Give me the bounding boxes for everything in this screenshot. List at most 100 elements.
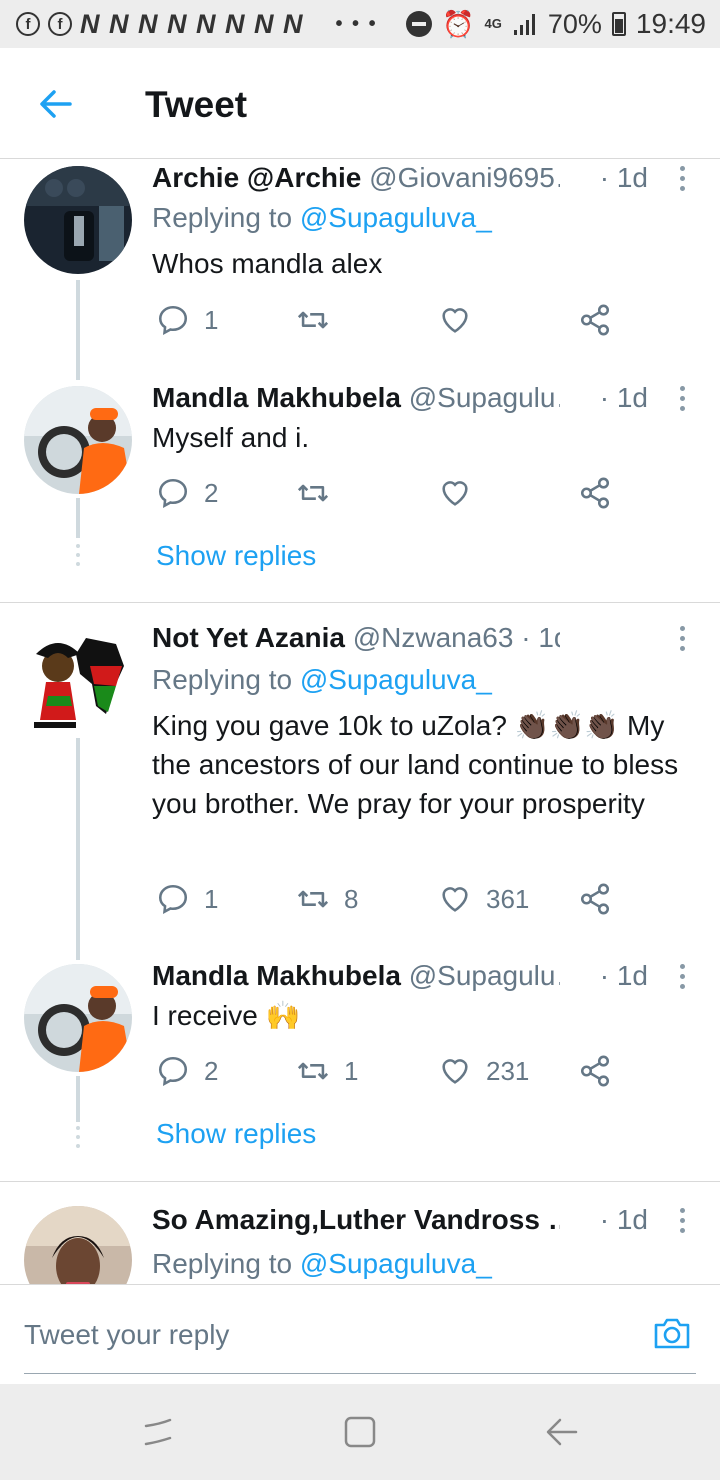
battery-percent: 70% bbox=[547, 8, 602, 39]
heart-icon bbox=[442, 1059, 468, 1084]
like-button[interactable]: 231 bbox=[438, 1054, 529, 1088]
share-icon bbox=[580, 477, 610, 509]
share-icon bbox=[580, 883, 610, 915]
tweet-header: So Amazing,Luther Vandross … bbox=[152, 1204, 560, 1236]
more-options-icon[interactable] bbox=[680, 166, 686, 196]
retweet-count: 1 bbox=[344, 1055, 359, 1086]
page-title: Tweet bbox=[145, 84, 248, 125]
top-app-bar: Tweet bbox=[0, 48, 720, 159]
heart-icon bbox=[442, 481, 468, 506]
tweet[interactable]: Archie @Archie @Giovani9695… · 1d Replyi… bbox=[0, 160, 720, 380]
show-replies-link[interactable]: Show replies bbox=[156, 540, 316, 572]
reply-button[interactable]: 2 bbox=[156, 1054, 218, 1088]
mention-link[interactable]: @Supaguluva_ bbox=[300, 1248, 492, 1279]
clock: 19:49 bbox=[635, 8, 706, 39]
tweet-actions: 1 8 361 bbox=[152, 882, 632, 922]
camera-icon[interactable] bbox=[652, 1313, 692, 1353]
display-name[interactable]: Archie @Archie bbox=[152, 162, 361, 193]
display-name[interactable]: Mandla Makhubela bbox=[152, 382, 401, 413]
share-button[interactable] bbox=[578, 882, 612, 916]
reply-input[interactable]: Tweet your reply bbox=[24, 1319, 229, 1351]
avatar[interactable] bbox=[24, 386, 132, 494]
tweet[interactable]: Mandla Makhubela @Supagulu… · 1d Myself … bbox=[0, 380, 720, 600]
more-options-icon[interactable] bbox=[680, 964, 686, 994]
reply-button[interactable]: 1 bbox=[156, 882, 218, 916]
replying-to: Replying to @Supaguluva_ bbox=[152, 202, 492, 234]
tweet-time: · 1d bbox=[599, 162, 648, 193]
more-options-icon[interactable] bbox=[680, 1208, 686, 1238]
retweet-button[interactable] bbox=[296, 476, 344, 510]
more-options-icon[interactable] bbox=[680, 626, 686, 656]
thread-line bbox=[76, 738, 80, 960]
tweet-time: · 1d bbox=[599, 1204, 648, 1235]
back-icon[interactable] bbox=[544, 1414, 580, 1450]
reply-count: 2 bbox=[204, 477, 219, 508]
home-icon[interactable] bbox=[342, 1414, 378, 1450]
like-count: 361 bbox=[486, 883, 530, 914]
tweet-time: · 1d bbox=[521, 622, 560, 653]
reply-icon bbox=[158, 1056, 188, 1087]
share-button[interactable] bbox=[578, 303, 612, 337]
share-button[interactable] bbox=[578, 476, 612, 510]
user-handle[interactable]: @Nzwana63 bbox=[353, 622, 514, 653]
collapsed-thread-indicator bbox=[76, 544, 80, 571]
user-handle[interactable]: @Supagulu… bbox=[409, 960, 560, 991]
reply-button[interactable]: 2 bbox=[156, 476, 218, 510]
replying-to: Replying to @Supaguluva_ bbox=[152, 1248, 492, 1280]
reply-button[interactable]: 1 bbox=[156, 303, 218, 337]
mention-link[interactable]: @Supaguluva_ bbox=[300, 202, 492, 233]
avatar[interactable] bbox=[24, 964, 132, 1072]
show-replies-link[interactable]: Show replies bbox=[156, 1118, 316, 1150]
more-notifications-icon: • • • bbox=[335, 12, 378, 35]
recent-apps-icon[interactable] bbox=[140, 1414, 176, 1450]
heart-icon bbox=[442, 887, 468, 912]
avatar[interactable] bbox=[24, 626, 132, 734]
alarm-icon: ⏰ bbox=[442, 8, 475, 39]
mention-link[interactable]: @Supaguluva_ bbox=[300, 664, 492, 695]
collapsed-thread-indicator bbox=[76, 1126, 80, 1153]
avatar[interactable] bbox=[24, 1206, 132, 1284]
retweet-button[interactable] bbox=[296, 303, 344, 337]
input-underline bbox=[24, 1373, 696, 1374]
back-arrow-icon[interactable] bbox=[36, 84, 76, 124]
user-handle[interactable]: @Giovani9695… bbox=[369, 162, 560, 193]
like-button[interactable] bbox=[438, 303, 486, 337]
status-bar: f f N N N N N N N N • • • ⏰ 4G 70% 19:49 bbox=[0, 0, 720, 48]
retweet-icon bbox=[297, 484, 329, 502]
tweet-time: · 1d bbox=[599, 382, 648, 413]
reply-count: 2 bbox=[204, 1055, 219, 1086]
tweet-header: Mandla Makhubela @Supagulu… bbox=[152, 382, 560, 414]
share-icon bbox=[580, 304, 610, 336]
notification-n-icons: N N N N N N N N bbox=[80, 8, 304, 39]
like-button[interactable]: 361 bbox=[438, 882, 529, 916]
signal-icon bbox=[513, 14, 535, 35]
display-name[interactable]: Mandla Makhubela bbox=[152, 960, 401, 991]
facebook-icon: f bbox=[48, 12, 72, 36]
like-button[interactable] bbox=[438, 476, 486, 510]
retweet-icon bbox=[297, 311, 329, 329]
tweet-text: I receive 🙌 bbox=[152, 1000, 301, 1031]
replying-to: Replying to @Supaguluva_ bbox=[152, 664, 492, 696]
tweet[interactable]: Mandla Makhubela @Supagulu… · 1d I recei… bbox=[0, 958, 720, 1178]
status-left: f f N N N N N N N N • • • bbox=[0, 9, 378, 40]
reply-composer: Tweet your reply bbox=[0, 1284, 720, 1385]
tweet-header: Archie @Archie @Giovani9695… bbox=[152, 162, 560, 194]
share-button[interactable] bbox=[578, 1054, 612, 1088]
avatar[interactable] bbox=[24, 166, 132, 274]
divider bbox=[0, 602, 720, 603]
tweet[interactable]: Not Yet Azania @Nzwana63 · 1d Replying t… bbox=[0, 620, 720, 960]
display-name[interactable]: Not Yet Azania bbox=[152, 622, 345, 653]
more-options-icon[interactable] bbox=[680, 386, 686, 416]
facebook-icon: f bbox=[16, 12, 40, 36]
tweet-text: Whos mandla alex bbox=[152, 248, 383, 279]
status-right: ⏰ 4G 70% 19:49 bbox=[406, 8, 706, 40]
retweet-button[interactable]: 8 bbox=[296, 882, 358, 916]
system-nav-bar bbox=[0, 1384, 720, 1480]
display-name[interactable]: So Amazing,Luther Vandross … bbox=[152, 1204, 560, 1235]
reply-count: 1 bbox=[204, 304, 219, 335]
tweet[interactable]: So Amazing,Luther Vandross … · 1d Replyi… bbox=[0, 1200, 720, 1284]
thread-line bbox=[76, 1076, 80, 1122]
user-handle[interactable]: @Supagulu… bbox=[409, 382, 560, 413]
retweet-button[interactable]: 1 bbox=[296, 1054, 358, 1088]
divider bbox=[0, 1181, 720, 1182]
